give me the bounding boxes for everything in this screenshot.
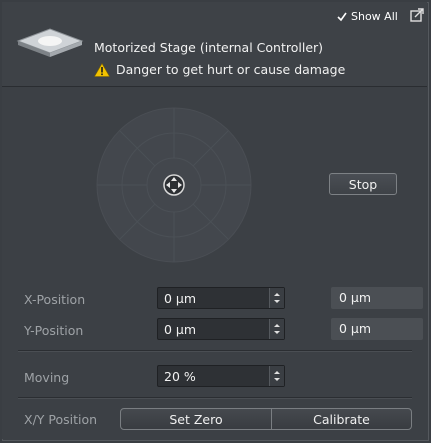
moving-speed-value: 20 %	[164, 369, 196, 384]
divider	[18, 350, 412, 352]
x-position-value: 0 µm	[164, 291, 197, 306]
warning-text: Danger to get hurt or cause damage	[116, 62, 346, 77]
y-position-label: Y-Position	[24, 323, 84, 338]
x-position-input[interactable]: 0 µm	[157, 287, 285, 309]
check-icon	[337, 12, 347, 21]
moving-label: Moving	[24, 370, 70, 385]
set-zero-button[interactable]: Set Zero	[120, 408, 272, 430]
x-position-readout: 0 µm	[331, 287, 423, 309]
stop-button[interactable]: Stop	[329, 173, 397, 195]
panel-header: Show All Motorized Stage (internal Contr…	[2, 2, 427, 87]
stage-joystick[interactable]	[96, 107, 252, 263]
xy-position-label: X/Y Position	[24, 412, 98, 427]
move-crosshair-icon[interactable]	[163, 174, 185, 196]
show-all-label: Show All	[351, 10, 398, 23]
y-position-readout: 0 µm	[331, 318, 423, 340]
y-position-stepper-icon[interactable]	[269, 319, 284, 339]
show-all-toggle[interactable]: Show All	[337, 10, 398, 23]
x-position-stepper-icon[interactable]	[269, 288, 284, 308]
warning-icon	[94, 62, 110, 77]
panel-title: Motorized Stage (internal Controller)	[94, 40, 324, 55]
undock-icon[interactable]	[410, 8, 424, 22]
y-position-readout-value: 0 µm	[339, 321, 372, 336]
y-position-input[interactable]: 0 µm	[157, 318, 285, 340]
x-position-readout-value: 0 µm	[339, 290, 372, 305]
divider	[18, 397, 412, 399]
calibrate-button[interactable]: Calibrate	[271, 408, 412, 430]
warning-row: Danger to get hurt or cause damage	[94, 62, 345, 77]
x-position-label: X-Position	[24, 292, 86, 307]
moving-speed-input[interactable]: 20 %	[157, 365, 285, 387]
moving-speed-stepper-icon[interactable]	[269, 366, 284, 386]
stage-icon	[16, 28, 84, 57]
y-position-value: 0 µm	[164, 322, 197, 337]
